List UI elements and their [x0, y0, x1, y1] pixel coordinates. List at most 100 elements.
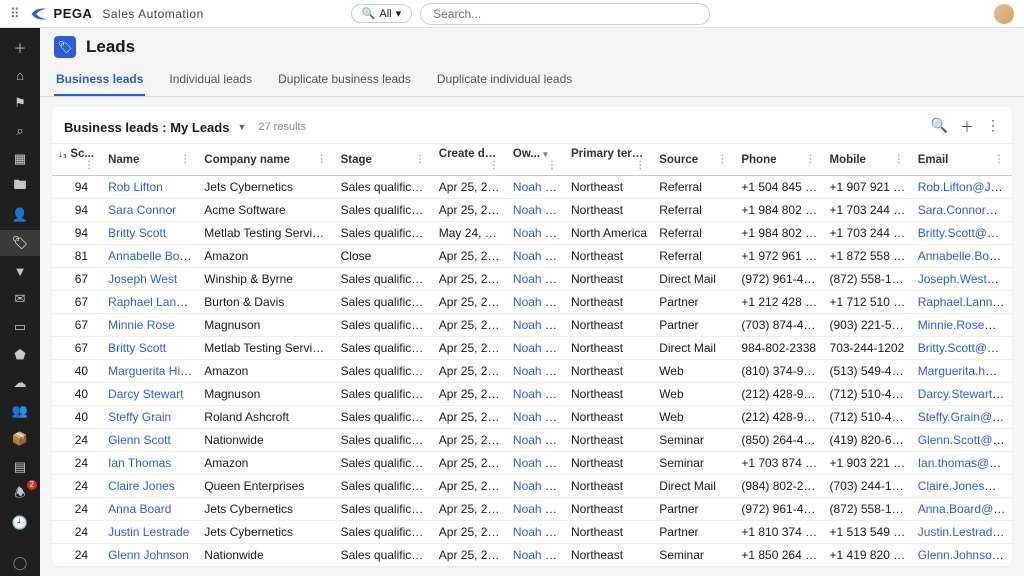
cell-email[interactable]: Britty.Scott@Metla	[912, 222, 1012, 245]
cell-name[interactable]: Anna Board	[102, 498, 198, 521]
cell-owner[interactable]: Noah Smith	[507, 245, 565, 268]
cell-owner[interactable]: Noah Smith	[507, 268, 565, 291]
home-icon[interactable]: ⌂	[0, 62, 40, 88]
tab-business-leads[interactable]: Business leads	[54, 64, 145, 96]
table-row[interactable]: 40Marguerita HiattAmazonSales qualificat…	[52, 360, 1012, 383]
table-row[interactable]: 24Anna BoardJets CyberneticsSales qualif…	[52, 498, 1012, 521]
cell-name[interactable]: Britty Scott	[102, 337, 198, 360]
cell-owner[interactable]: Noah Smith	[507, 176, 565, 199]
table-row[interactable]: 67Britty ScottMetlab Testing ServicesSal…	[52, 337, 1012, 360]
cell-name[interactable]: Steffy Grain	[102, 406, 198, 429]
cell-name[interactable]: Britty Scott	[102, 222, 198, 245]
col-header[interactable]: Create date⋮	[433, 144, 507, 176]
help-icon[interactable]: ◯	[0, 550, 40, 576]
cell-name[interactable]: Minnie Rose	[102, 314, 198, 337]
cell-email[interactable]: Raphael.Lanning@	[912, 291, 1012, 314]
cell-name[interactable]: Ian Thomas	[102, 452, 198, 475]
cell-owner[interactable]: Noah Smith	[507, 199, 565, 222]
cell-email[interactable]: Claire.Jones@Que	[912, 475, 1012, 498]
cell-email[interactable]: Justin.Lestrade@Je	[912, 521, 1012, 544]
add-lead-icon[interactable]: ＋	[960, 117, 974, 137]
table-row[interactable]: 67Joseph WestWinship & ByrneSales qualif…	[52, 268, 1012, 291]
cell-owner[interactable]: Noah Smith	[507, 452, 565, 475]
bell-icon[interactable]: 🕭2	[0, 482, 40, 508]
tab-individual-leads[interactable]: Individual leads	[167, 64, 254, 96]
table-row[interactable]: 24Glenn ScottNationwideSales qualificati…	[52, 429, 1012, 452]
col-header[interactable]: Mobile⋮	[824, 144, 912, 176]
grid-icon[interactable]: ▦	[0, 146, 40, 172]
tab-duplicate-business-leads[interactable]: Duplicate business leads	[276, 64, 413, 96]
cell-owner[interactable]: Noah Smith	[507, 360, 565, 383]
cell-email[interactable]: Annabelle.Boord@	[912, 245, 1012, 268]
col-header[interactable]: Ow... ▾⋮	[507, 144, 565, 176]
view-dropdown-icon[interactable]: ▼	[237, 122, 246, 132]
more-actions-icon[interactable]: ⋮	[986, 117, 1000, 137]
col-header[interactable]: Stage⋮	[335, 144, 433, 176]
table-row[interactable]: 67Minnie RoseMagnusonSales qualification…	[52, 314, 1012, 337]
cell-email[interactable]: Anna.Board@JetsC	[912, 498, 1012, 521]
add-icon[interactable]: ＋	[0, 34, 40, 60]
cell-owner[interactable]: Noah Smith	[507, 383, 565, 406]
book-icon[interactable]: ▤	[0, 454, 40, 480]
cell-owner[interactable]: Noah Smith	[507, 222, 565, 245]
table-row[interactable]: 94Sara ConnorAcme SoftwareSales qualific…	[52, 199, 1012, 222]
table-search-icon[interactable]: 🔍	[931, 117, 948, 137]
cell-email[interactable]: Darcy.Stewart@Ma	[912, 383, 1012, 406]
cell-name[interactable]: Claire Jones	[102, 475, 198, 498]
cell-name[interactable]: Annabelle Boord	[102, 245, 198, 268]
cell-name[interactable]: Glenn Johnson	[102, 544, 198, 567]
col-header[interactable]: Source⋮	[653, 144, 735, 176]
cell-name[interactable]: Marguerita Hiatt	[102, 360, 198, 383]
cell-email[interactable]: Marguerita.h@ama	[912, 360, 1012, 383]
cell-email[interactable]: Sara.Connor@Acm	[912, 199, 1012, 222]
cell-owner[interactable]: Noah Smith	[507, 314, 565, 337]
cell-owner[interactable]: Noah Smith	[507, 521, 565, 544]
cell-email[interactable]: Glenn.Johnson@N	[912, 544, 1012, 567]
search-scope-dropdown[interactable]: 🔍 All ▾	[351, 4, 412, 23]
table-row[interactable]: 81Annabelle BoordAmazonCloseApr 25, 2024…	[52, 245, 1012, 268]
app-grid-icon[interactable]: ⠿	[10, 1, 20, 27]
cell-name[interactable]: Justin Lestrade	[102, 521, 198, 544]
table-row[interactable]: 24Ian ThomasAmazonSales qualificationApr…	[52, 452, 1012, 475]
cell-owner[interactable]: Noah Smith	[507, 337, 565, 360]
cell-name[interactable]: Raphael Lanning	[102, 291, 198, 314]
cell-name[interactable]: Darcy Stewart	[102, 383, 198, 406]
flag-icon[interactable]: ⚑	[0, 90, 40, 116]
cell-email[interactable]: Joseph.West@WBy	[912, 268, 1012, 291]
table-row[interactable]: 40Darcy StewartMagnusonSales qualificati…	[52, 383, 1012, 406]
table-row[interactable]: 24Justin LestradeJets CyberneticsSales q…	[52, 521, 1012, 544]
table-row[interactable]: 40Steffy GrainRoland AshcroftSales quali…	[52, 406, 1012, 429]
cell-owner[interactable]: Noah Smith	[507, 498, 565, 521]
search-icon[interactable]: ⌕	[0, 118, 40, 144]
table-row[interactable]: 24Claire JonesQueen EnterprisesSales qua…	[52, 475, 1012, 498]
avatar[interactable]	[994, 4, 1014, 24]
cell-email[interactable]: Minnie.Rose@Mag	[912, 314, 1012, 337]
cell-email[interactable]: Steffy.Grain@Rola	[912, 406, 1012, 429]
table-row[interactable]: 94Britty ScottMetlab Testing ServicesSal…	[52, 222, 1012, 245]
card-icon[interactable]: ▭	[0, 314, 40, 340]
leads-icon[interactable]: 🏷	[0, 230, 40, 256]
person-icon[interactable]: 👤	[0, 202, 40, 228]
users-icon[interactable]: 👥	[0, 398, 40, 424]
col-header[interactable]: Company name⋮	[198, 144, 334, 176]
cell-owner[interactable]: Noah Smith	[507, 429, 565, 452]
cell-owner[interactable]: Noah Smith	[507, 475, 565, 498]
cell-name[interactable]: Joseph West	[102, 268, 198, 291]
cell-email[interactable]: Glenn.Scott@Natio	[912, 429, 1012, 452]
cloud-icon[interactable]: ☁	[0, 370, 40, 396]
cell-name[interactable]: Sara Connor	[102, 199, 198, 222]
cell-name[interactable]: Glenn Scott	[102, 429, 198, 452]
col-header[interactable]: Phone⋮	[735, 144, 823, 176]
col-header[interactable]: Email⋮	[912, 144, 1012, 176]
col-header[interactable]: Name⋮	[102, 144, 198, 176]
box-icon[interactable]: 📦	[0, 426, 40, 452]
col-header[interactable]: ↓₁ Sc...⋮	[52, 144, 102, 176]
grid-scroll[interactable]: ↓₁ Sc...⋮Name⋮Company name⋮Stage⋮Create …	[52, 143, 1012, 566]
cell-email[interactable]: Rob.Lifton@JetsCy	[912, 176, 1012, 199]
cell-owner[interactable]: Noah Smith	[507, 544, 565, 567]
clock-icon[interactable]: 🕘	[0, 510, 40, 536]
folder-icon[interactable]: 🖿	[0, 174, 40, 200]
table-row[interactable]: 67Raphael LanningBurton & DavisSales qua…	[52, 291, 1012, 314]
tag-icon[interactable]: ⬟	[0, 342, 40, 368]
cell-owner[interactable]: Noah Smith	[507, 406, 565, 429]
